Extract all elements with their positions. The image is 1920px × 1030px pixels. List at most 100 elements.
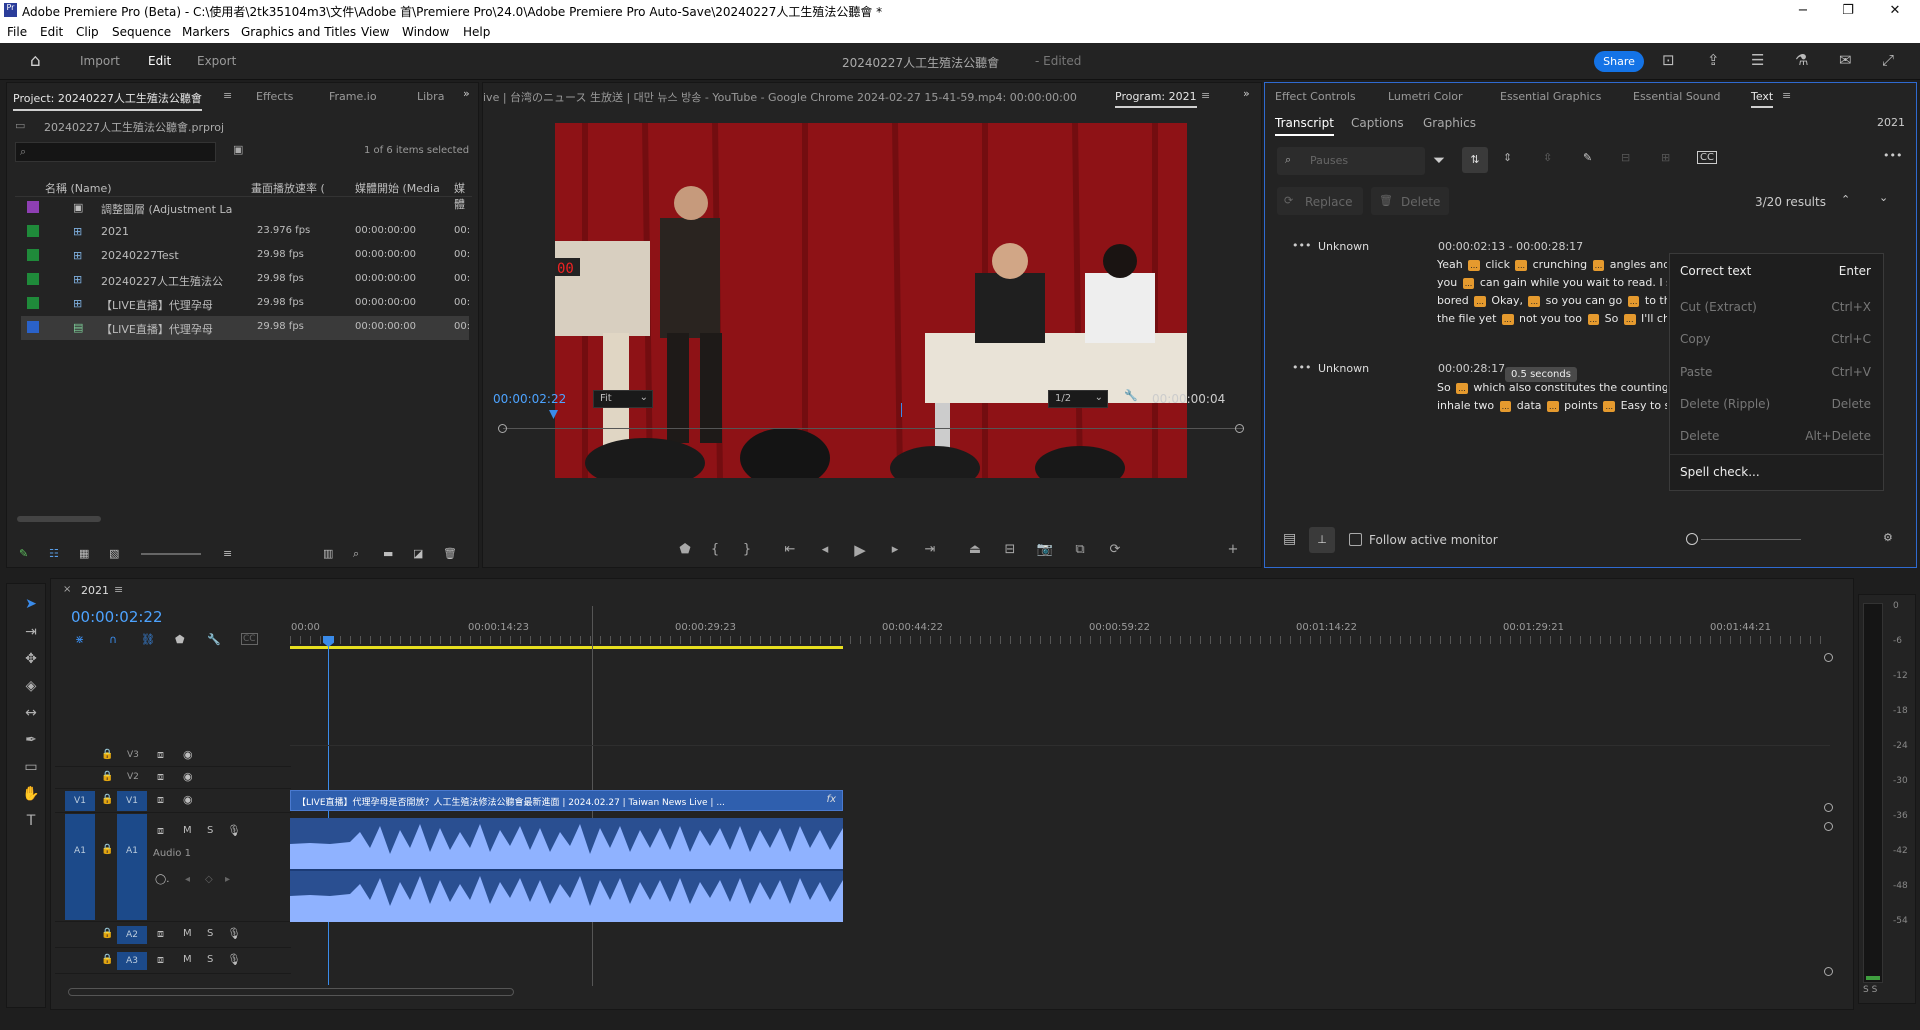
add-marker-icon[interactable]: ⬟ xyxy=(175,633,185,646)
microphone-icon[interactable]: 🎙 xyxy=(227,953,241,966)
menu-item-copy[interactable]: Copy Ctrl+C xyxy=(1670,322,1883,354)
mute-button[interactable]: M xyxy=(183,928,192,939)
pause-marker[interactable]: ... xyxy=(1627,296,1640,307)
pen-tool-icon[interactable]: ✒ xyxy=(19,732,43,754)
home-icon[interactable]: ⌂ xyxy=(30,51,41,71)
track-label-a1[interactable]: A1 xyxy=(117,814,147,920)
timeline-tab[interactable]: 2021 xyxy=(81,584,109,597)
subtab-transcript[interactable]: Transcript xyxy=(1275,116,1334,136)
tab-essential-sound[interactable]: Essential Sound xyxy=(1633,90,1720,103)
video-clip[interactable]: 【LIVE直播】代理孕母是否開放？人工生殖法修法公聽會最新進面 | 2024.0… xyxy=(290,790,843,811)
keyframe-icon[interactable]: ◯. xyxy=(155,874,169,885)
workspaces-icon[interactable]: ☰ xyxy=(1751,51,1764,69)
align-icon[interactable]: ⇅ xyxy=(1462,147,1488,173)
razor-tool-icon[interactable]: ◈ xyxy=(19,678,43,700)
solo-button[interactable]: S xyxy=(207,954,213,965)
speaker-name[interactable]: Unknown xyxy=(1318,240,1369,253)
settings-wrench-icon[interactable]: 🔧 xyxy=(1124,389,1138,402)
track-label-a3[interactable]: A3 xyxy=(117,952,147,970)
tab-text[interactable]: Text xyxy=(1751,90,1774,108)
sync-lock-icon[interactable]: ⧈ xyxy=(157,770,164,784)
progress-icon[interactable]: ⚗ xyxy=(1795,51,1808,69)
trash-icon[interactable]: 🗑 xyxy=(443,547,457,560)
split-icon[interactable]: ⇳ xyxy=(1543,151,1552,164)
workspace-export[interactable]: Export xyxy=(197,54,236,68)
list-item[interactable]: ▣ 調整圖層 (Adjustment La xyxy=(21,196,469,220)
menu-item-paste[interactable]: Paste Ctrl+V xyxy=(1670,355,1883,387)
zoom-slider-track[interactable] xyxy=(1701,539,1801,540)
lock-icon[interactable]: 🔒 xyxy=(101,749,113,760)
mute-button[interactable]: M xyxy=(183,954,192,965)
source-patch-a1[interactable]: A1 xyxy=(65,814,95,920)
panel-menu-icon[interactable]: ≡ xyxy=(1201,89,1210,102)
sync-lock-icon[interactable]: ⧈ xyxy=(157,824,164,838)
mark-out-icon[interactable]: } xyxy=(735,538,759,562)
menu-clip[interactable]: Clip xyxy=(76,25,99,39)
workspace-edit[interactable]: Edit xyxy=(148,54,171,68)
prev-keyframe-icon[interactable]: ◂ xyxy=(185,874,190,885)
ripple-edit-tool-icon[interactable]: ✥ xyxy=(19,651,43,673)
follow-active-monitor-checkbox[interactable] xyxy=(1349,533,1362,546)
hand-tool-icon[interactable]: ✋ xyxy=(19,786,43,808)
track-label-v1[interactable]: V1 xyxy=(117,791,147,811)
transcript-line[interactable]: you ... can gain while you wait to read.… xyxy=(1437,276,1667,289)
workspace-import[interactable]: Import xyxy=(80,54,120,68)
zoom-select[interactable]: Fit ⌄ xyxy=(593,390,653,408)
comparison-view-icon[interactable]: ⧉ xyxy=(1068,538,1092,562)
new-item-icon[interactable]: ◪ xyxy=(413,547,423,560)
sync-lock-icon[interactable]: ⧈ xyxy=(157,748,164,762)
menu-item-spell-check[interactable]: Spell check... xyxy=(1670,454,1883,486)
new-bin-from-search-icon[interactable]: ▣ xyxy=(233,143,243,156)
automate-to-sequence-icon[interactable]: ▥ xyxy=(323,547,333,560)
microphone-icon[interactable]: 🎙 xyxy=(227,824,241,837)
menu-view[interactable]: View xyxy=(361,25,389,39)
microphone-icon[interactable]: 🎙 xyxy=(227,927,241,940)
resolution-select[interactable]: 1/2 ⌄ xyxy=(1048,390,1108,408)
insert-icon[interactable]: ⊟ xyxy=(1621,151,1630,164)
timeline-settings-icon[interactable]: 🔧 xyxy=(207,633,221,646)
multicam-icon[interactable]: ⟳ xyxy=(1103,538,1127,562)
edit-pencil-icon[interactable]: ✎ xyxy=(1583,151,1592,164)
menu-help[interactable]: Help xyxy=(463,25,490,39)
monitor-scrubber[interactable] xyxy=(503,428,1243,429)
list-item[interactable]: ⊞ 【LIVE直播】代理孕母 29.98 fps 00:00:00:00 00: xyxy=(21,292,470,316)
menu-item-delete[interactable]: Delete Alt+Delete xyxy=(1670,419,1883,451)
lock-icon[interactable]: 🔒 xyxy=(101,928,113,939)
transcript-view-icon[interactable]: ▤ xyxy=(1283,531,1296,547)
track-select-tool-icon[interactable]: ⇥ xyxy=(19,624,43,646)
go-to-in-icon[interactable]: ⇤ xyxy=(778,538,802,562)
source-monitor-tab[interactable]: ive | 台湾のニュース 生放送 | 대만 뉴스 방송 - YouTube -… xyxy=(483,89,1091,105)
sync-lock-icon[interactable]: ⧈ xyxy=(157,953,164,967)
transcript-line[interactable]: bored ... Okay, ... so you can go ... to… xyxy=(1437,294,1667,307)
go-to-out-icon[interactable]: ⇥ xyxy=(918,538,942,562)
eye-icon[interactable]: ◉ xyxy=(183,748,193,761)
list-view-icon[interactable]: ☷ xyxy=(49,547,59,560)
vertical-scroll-handle-mid[interactable] xyxy=(1824,803,1833,812)
meter-solo-buttons[interactable]: S S xyxy=(1863,985,1877,995)
slip-tool-icon[interactable]: ↔ xyxy=(19,705,43,727)
col-media-start[interactable]: 媒體開始 (Media xyxy=(355,180,440,196)
transcript-search-input[interactable]: ⌕ Pauses xyxy=(1277,147,1425,175)
add-keyframe-icon[interactable]: ◇ xyxy=(205,874,213,885)
tab-lumetri-color[interactable]: Lumetri Color xyxy=(1388,90,1463,103)
extract-icon[interactable]: ⊟ xyxy=(998,538,1022,562)
quick-export-icon[interactable]: ⊡ xyxy=(1662,51,1675,69)
solo-button[interactable]: S xyxy=(207,825,213,836)
audio-clip[interactable] xyxy=(290,818,843,922)
tab-program[interactable]: Program: 2021 xyxy=(1115,90,1197,108)
fullscreen-icon[interactable]: ⤢ xyxy=(1882,51,1894,69)
nest-icon[interactable]: ⋇ xyxy=(75,633,84,646)
close-tab-icon[interactable]: × xyxy=(63,584,71,595)
pause-marker[interactable]: ... xyxy=(1462,278,1475,289)
tab-project[interactable]: Project: 20240227人工生殖法公聽會 xyxy=(13,90,202,111)
transcript-line[interactable]: Yeah ... click ... crunching ... angles … xyxy=(1437,258,1667,271)
speaker-name[interactable]: Unknown xyxy=(1318,362,1369,375)
chevron-down-icon[interactable]: ⌄ xyxy=(1879,191,1888,204)
menu-edit[interactable]: Edit xyxy=(40,25,63,39)
lift-icon[interactable]: ⏏ xyxy=(963,538,987,562)
more-tabs-icon[interactable]: » xyxy=(1243,87,1250,100)
transcript-line[interactable]: So ... which also constitutes the counti… xyxy=(1437,381,1667,394)
horizontal-scrollbar[interactable] xyxy=(17,516,101,522)
menu-item-delete-ripple[interactable]: Delete (Ripple) Delete xyxy=(1670,387,1883,419)
play-icon[interactable]: ▶ xyxy=(848,538,872,562)
